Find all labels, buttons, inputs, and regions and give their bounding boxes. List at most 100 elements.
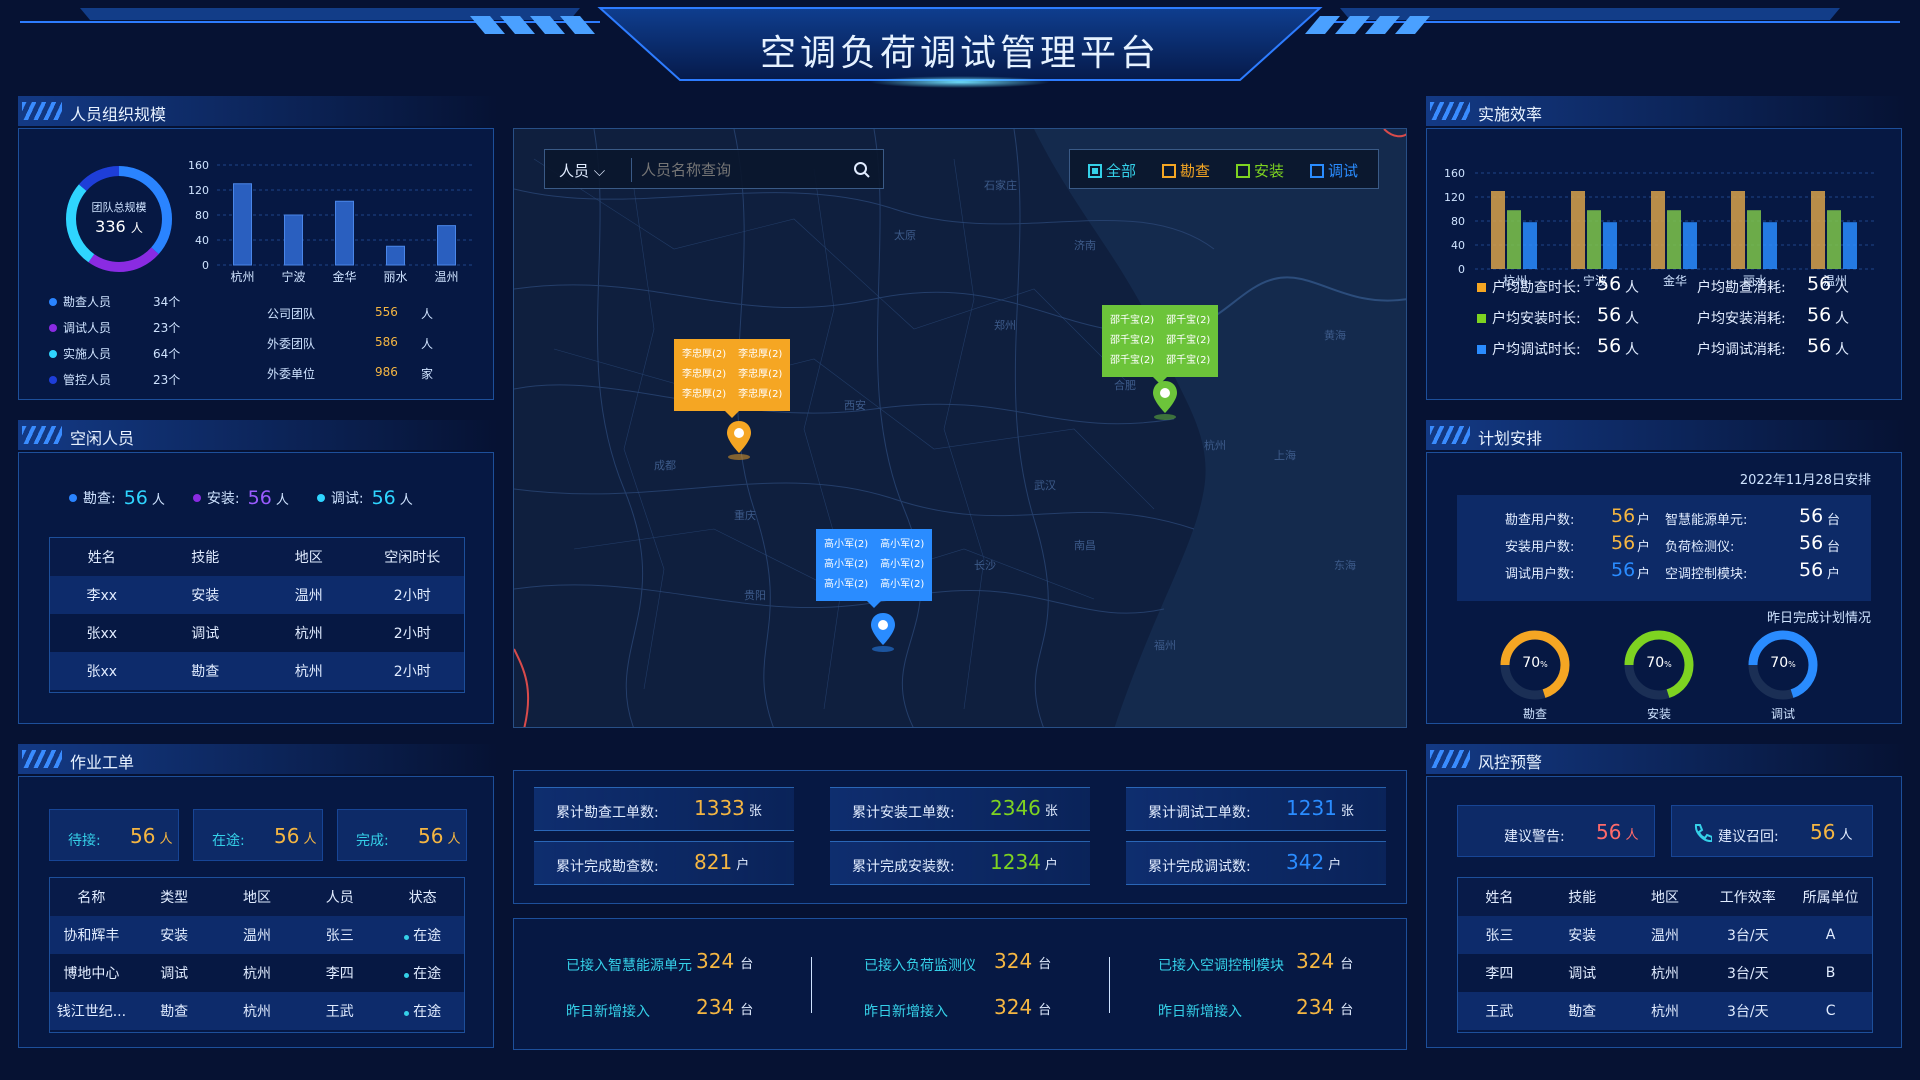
x-tick-label: 温州 <box>434 270 458 284</box>
efficiency-stat-label: 户均勘查消耗: <box>1697 280 1786 296</box>
map-place-label: 成都 <box>654 459 676 472</box>
access-label: 已接入智慧能源单元 <box>566 958 692 974</box>
table-row[interactable]: 李四 调试 杭州 3台/天 B <box>1458 954 1872 992</box>
status-dot <box>404 935 410 940</box>
y-tick-label: 80 <box>195 209 209 222</box>
x-tick-label: 宁波 <box>281 269 305 284</box>
popup-name: 邵千宝(2) <box>1110 315 1155 326</box>
bar-丽水-0 <box>1731 191 1745 269</box>
total-unit: 户 <box>1328 858 1342 873</box>
section-title-orders: 作业工单 <box>18 744 498 774</box>
search-icon[interactable] <box>853 161 871 179</box>
table-cell: 协和辉丰 <box>63 928 120 944</box>
legend-dot <box>49 350 57 358</box>
map-popup[interactable]: 李忠厚(2) 李忠厚(2) 李忠厚(2) 李忠厚(2) 李忠厚(2) 李忠厚(2) <box>674 339 791 418</box>
plan-left-value: 56 <box>1611 559 1636 581</box>
map-pin-icon[interactable] <box>1150 379 1180 421</box>
total-unit: 张 <box>1340 804 1354 819</box>
legend-item: 调试人员 23个 <box>49 319 209 345</box>
table-header: 姓名 技能 地区 工作效率 所属单位 <box>1458 878 1872 916</box>
slash-decoration <box>22 102 62 120</box>
search-input[interactable] <box>641 156 841 184</box>
map-place-label: 济南 <box>1074 238 1096 252</box>
table-cell: 杭州 <box>294 664 323 680</box>
order-status-box[interactable]: 在途: 56 人 <box>193 809 323 861</box>
filter-label: 安装 <box>1254 162 1285 180</box>
idle-count-unit: 人 <box>275 492 289 508</box>
total-value: 2346 张 <box>990 796 1058 820</box>
map-place-label: 福州 <box>1154 638 1176 652</box>
recall-box[interactable]: 建议召回: 56 人 <box>1671 805 1873 857</box>
table-row[interactable]: 张xx 勘查 杭州 2小时 <box>50 652 464 690</box>
access-number: 324 <box>1296 949 1335 973</box>
warn-value: 56 人 <box>1596 820 1638 844</box>
plan-right-item: 空调控制模块: 56 户 <box>1665 559 1845 582</box>
efficiency-stat-unit: 人 <box>1625 311 1639 327</box>
search-type-select[interactable]: 人员 ⌵ <box>559 160 605 181</box>
divider <box>631 158 632 182</box>
map-place-label: 长沙 <box>974 559 996 572</box>
gauge-安装: 70% 安装 <box>1621 627 1697 721</box>
map-place-label: 黄海 <box>1324 328 1346 342</box>
slash-decoration <box>22 750 62 768</box>
efficiency-stat-unit: 人 <box>1835 280 1849 296</box>
section-title-text: 作业工单 <box>70 753 135 772</box>
table-row[interactable]: 协和辉丰 安装 温州 张三 在途 <box>50 916 464 954</box>
filter-checkbox-调试[interactable]: 调试 <box>1310 160 1358 181</box>
section-title-idle: 空闲人员 <box>18 420 498 450</box>
warn-box[interactable]: 建议警告: 56 人 <box>1457 805 1655 857</box>
table-body: 协和辉丰 安装 温州 张三 在途 博地中心 调试 杭州 李四 在途 钱江世纪... 勘查 杭州 王武 在途 <box>50 916 464 1030</box>
table-cell: 王武 <box>325 1004 354 1020</box>
table-row[interactable]: 博地中心 调试 杭州 李四 在途 <box>50 954 464 992</box>
table-row[interactable]: 张xx 调试 杭州 2小时 <box>50 614 464 652</box>
map-pin-icon[interactable] <box>724 419 754 461</box>
table-row[interactable]: 王武 勘查 杭州 3台/天 C <box>1458 992 1872 1030</box>
map-background: 西安郑州武汉长沙南京上海杭州合肥济南石家庄太原南昌福州贵阳重庆成都黄海东海 <box>514 129 1406 727</box>
popup-name: 高小军(2) <box>880 559 925 570</box>
total-label: 累计完成安装数: <box>852 859 955 875</box>
section-title-text: 计划安排 <box>1478 429 1543 448</box>
plan-right-unit: 台 <box>1827 513 1841 528</box>
map-popup[interactable]: 邵千宝(2) 邵千宝(2) 邵千宝(2) 邵千宝(2) 邵千宝(2) 邵千宝(2) <box>1102 305 1219 384</box>
gauge-label: 勘查 <box>1522 707 1547 721</box>
total-value: 342 户 <box>1286 850 1341 874</box>
table-cell: 李xx <box>86 588 118 604</box>
table-cell: 杭州 <box>1650 966 1679 982</box>
efficiency-stat: 户均勘查时长: 56 人 <box>1477 273 1667 297</box>
risk-panel: 建议警告: 56 人 建议召回: 56 人 姓名 技能 地区 工作效率 所属单位 张三 安装温… <box>1426 776 1902 1048</box>
map-pin-icon[interactable] <box>868 611 898 653</box>
efficiency-stat: 户均调试时长: 56 人 <box>1477 335 1667 359</box>
idle-count-item: 调试: 56 人 <box>316 487 413 509</box>
efficiency-stat-value: 56 <box>1807 273 1832 295</box>
map-place-label: 西安 <box>844 398 866 412</box>
filter-checkbox-安装[interactable]: 安装 <box>1236 160 1284 181</box>
column-header: 姓名 <box>1485 890 1514 906</box>
plan-right-value: 56 <box>1799 532 1824 554</box>
order-status-number: 56 <box>418 824 444 848</box>
group-value: 986 <box>375 365 398 379</box>
plan-right-label: 空调控制模块: <box>1665 567 1748 582</box>
column-header: 状态 <box>408 890 437 906</box>
table-cell: 温州 <box>294 588 323 604</box>
table-row[interactable]: 张三 安装 温州 3台/天 A <box>1458 916 1872 954</box>
table-row[interactable]: 李xx 安装 温州 2小时 <box>50 576 464 614</box>
table-row[interactable]: 钱江世纪... 勘查 杭州 王武 在途 <box>50 992 464 1030</box>
table-cell: 杭州 <box>242 966 271 982</box>
legend-item: 实施人员 64个 <box>49 345 209 371</box>
filter-checkbox-勘查[interactable]: 勘查 <box>1162 160 1210 181</box>
filter-checkbox-全部[interactable]: 全部 <box>1088 160 1136 181</box>
gauge-number: 70 <box>1770 655 1789 671</box>
bar-杭州-2 <box>1523 222 1537 269</box>
order-status-box[interactable]: 完成: 56 人 <box>337 809 467 861</box>
table-body: 李xx 安装 温州 2小时 张xx 调试 杭州 2小时 张xx 勘查 杭州 2小时 <box>50 576 464 690</box>
section-title-text: 风控预警 <box>1478 753 1543 772</box>
table-header: 姓名 技能 地区 空闲时长 <box>50 538 464 576</box>
map-place-label: 合肥 <box>1114 378 1136 392</box>
map-view[interactable]: 西安郑州武汉长沙南京上海杭州合肥济南石家庄太原南昌福州贵阳重庆成都黄海东海 人员… <box>513 128 1407 728</box>
order-status-box[interactable]: 待接: 56 人 <box>49 809 179 861</box>
total-stat: 累计勘查工单数: 1333 张 <box>534 787 794 831</box>
legend-label: 调试人员 <box>63 321 112 335</box>
popup-name: 邵千宝(2) <box>1110 335 1155 346</box>
access-sub-unit: 台 <box>1340 1003 1354 1018</box>
map-popup[interactable]: 高小军(2) 高小军(2) 高小军(2) 高小军(2) 高小军(2) 高小军(2) <box>816 529 933 608</box>
